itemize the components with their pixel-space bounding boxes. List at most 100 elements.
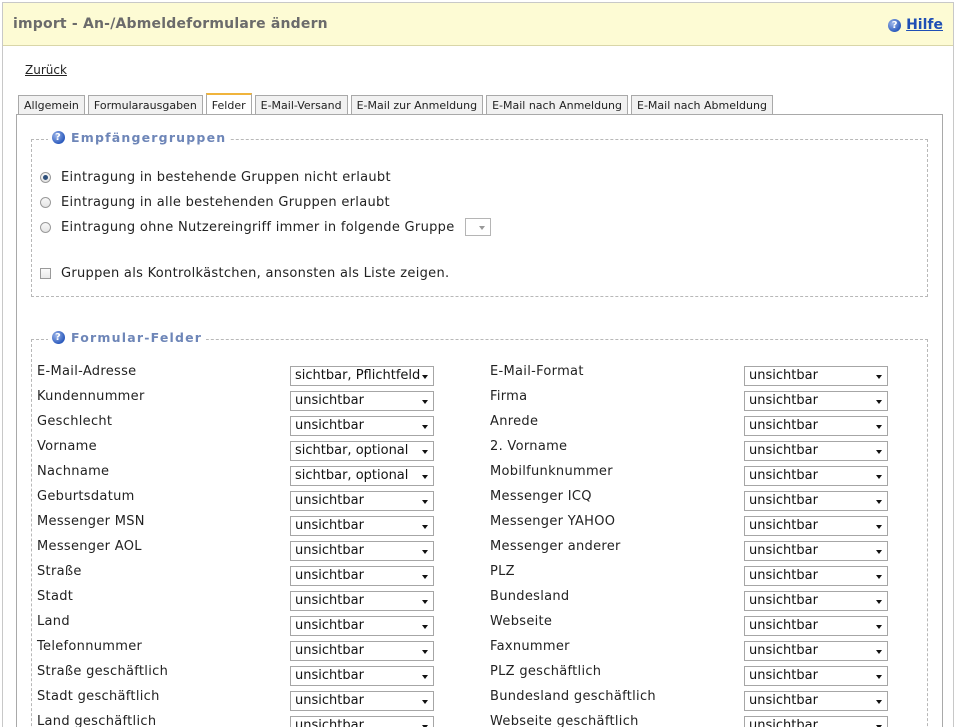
question-circle-icon[interactable]: ?: [888, 18, 902, 32]
field-label-left: Stadt: [37, 589, 74, 604]
field-label-right: Messenger ICQ: [490, 489, 592, 504]
question-circle-icon[interactable]: ?: [52, 131, 65, 144]
question-circle-icon[interactable]: ?: [52, 331, 65, 344]
chevron-down-icon[interactable]: [422, 400, 428, 404]
checkbox-label: Gruppen als Kontrolkästchen, ansonsten a…: [61, 266, 450, 281]
chevron-down-icon[interactable]: [876, 475, 882, 479]
tab-panel-fields: ? Empfängergruppen Eintragung in bestehe…: [16, 114, 943, 727]
visibility-select-left[interactable]: unsichtbar: [290, 491, 434, 511]
radio-button[interactable]: [40, 221, 51, 233]
radio-label: Eintragung ohne Nutzereingriff immer in …: [61, 219, 455, 235]
visibility-select-right[interactable]: unsichtbar: [744, 416, 888, 436]
checkbox[interactable]: [40, 268, 51, 279]
help-link-container[interactable]: ? Hilfe: [888, 17, 943, 33]
visibility-select-right[interactable]: unsichtbar: [744, 516, 888, 536]
radio-button[interactable]: [40, 172, 51, 183]
select-value: unsichtbar: [749, 493, 818, 508]
visibility-select-right[interactable]: unsichtbar: [744, 366, 888, 386]
field-label-left: Geburtsdatum: [37, 489, 135, 504]
chevron-down-icon[interactable]: [876, 425, 882, 429]
visibility-select-left[interactable]: sichtbar, optional: [290, 466, 434, 486]
field-label-right: E-Mail-Format: [490, 364, 584, 379]
chevron-down-icon[interactable]: [422, 550, 428, 554]
visibility-select-right[interactable]: unsichtbar: [744, 616, 888, 636]
tab-3[interactable]: E-Mail-Versand: [254, 95, 348, 115]
chevron-down-icon[interactable]: [876, 650, 882, 654]
field-label-left: Stadt geschäftlich: [37, 689, 160, 704]
select-value: unsichtbar: [295, 493, 364, 508]
chevron-down-icon[interactable]: [422, 525, 428, 529]
chevron-down-icon[interactable]: [422, 650, 428, 654]
visibility-select-left[interactable]: unsichtbar: [290, 541, 434, 561]
chevron-down-icon[interactable]: [876, 700, 882, 704]
visibility-select-left[interactable]: sichtbar, optional: [290, 441, 434, 461]
tab-1[interactable]: Formularausgaben: [87, 95, 203, 115]
visibility-select-right[interactable]: unsichtbar: [744, 641, 888, 661]
chevron-down-icon[interactable]: [422, 500, 428, 504]
chevron-down-icon[interactable]: [876, 450, 882, 454]
select-value: unsichtbar: [749, 443, 818, 458]
chevron-down-icon[interactable]: [876, 375, 882, 379]
visibility-select-right[interactable]: unsichtbar: [744, 666, 888, 686]
radio-option-fixed-group[interactable]: Eintragung ohne Nutzereingriff immer in …: [40, 218, 491, 236]
tab-6[interactable]: E-Mail nach Abmeldung: [631, 95, 773, 115]
visibility-select-right[interactable]: unsichtbar: [744, 691, 888, 711]
field-label-left: Land: [37, 614, 70, 629]
tab-0[interactable]: Allgemein: [18, 95, 85, 115]
chevron-down-icon[interactable]: [422, 475, 428, 479]
visibility-select-left[interactable]: sichtbar, Pflichtfeld: [290, 366, 434, 386]
radio-option-all-groups[interactable]: Eintragung in alle bestehenden Gruppen e…: [40, 195, 390, 210]
select-value: unsichtbar: [749, 468, 818, 483]
chevron-down-icon[interactable]: [422, 675, 428, 679]
chevron-down-icon[interactable]: [876, 575, 882, 579]
visibility-select-right[interactable]: unsichtbar: [744, 591, 888, 611]
chevron-down-icon[interactable]: [876, 675, 882, 679]
chevron-down-icon[interactable]: [422, 375, 428, 379]
chevron-down-icon[interactable]: [422, 450, 428, 454]
select-value: unsichtbar: [749, 593, 818, 608]
tab-4[interactable]: E-Mail zur Anmeldung: [350, 95, 484, 115]
visibility-select-right[interactable]: unsichtbar: [744, 716, 888, 727]
visibility-select-left[interactable]: unsichtbar: [290, 641, 434, 661]
visibility-select-right[interactable]: unsichtbar: [744, 391, 888, 411]
field-label-right: PLZ: [490, 564, 515, 579]
groups-as-checkboxes-option[interactable]: Gruppen als Kontrolkästchen, ansonsten a…: [40, 266, 449, 281]
radio-option-no-groups[interactable]: Eintragung in bestehende Gruppen nicht e…: [40, 170, 391, 185]
back-link[interactable]: Zurück: [25, 63, 67, 77]
visibility-select-right[interactable]: unsichtbar: [744, 441, 888, 461]
visibility-select-left[interactable]: unsichtbar: [290, 616, 434, 636]
visibility-select-left[interactable]: unsichtbar: [290, 691, 434, 711]
chevron-down-icon[interactable]: [876, 625, 882, 629]
help-link[interactable]: Hilfe: [906, 17, 943, 33]
visibility-select-left[interactable]: unsichtbar: [290, 391, 434, 411]
field-label-right: Faxnummer: [490, 639, 570, 654]
field-label-left: Geschlecht: [37, 414, 113, 429]
chevron-down-icon[interactable]: [422, 425, 428, 429]
chevron-down-icon[interactable]: [876, 400, 882, 404]
visibility-select-left[interactable]: unsichtbar: [290, 666, 434, 686]
form-fields-title: Formular-Felder: [71, 330, 203, 345]
visibility-select-left[interactable]: unsichtbar: [290, 416, 434, 436]
tab-5[interactable]: E-Mail nach Anmeldung: [486, 95, 629, 115]
chevron-down-icon[interactable]: [876, 525, 882, 529]
tab-2[interactable]: Felder: [205, 93, 252, 116]
chevron-down-icon[interactable]: [876, 600, 882, 604]
visibility-select-right[interactable]: unsichtbar: [744, 541, 888, 561]
visibility-select-right[interactable]: unsichtbar: [744, 566, 888, 586]
chevron-down-icon[interactable]: [422, 575, 428, 579]
chevron-down-icon[interactable]: [876, 550, 882, 554]
chevron-down-icon[interactable]: [422, 600, 428, 604]
visibility-select-left[interactable]: unsichtbar: [290, 566, 434, 586]
chevron-down-icon[interactable]: [422, 700, 428, 704]
recipient-groups-fieldset: ? Empfängergruppen Eintragung in bestehe…: [31, 130, 928, 297]
radio-button[interactable]: [40, 197, 51, 208]
visibility-select-right[interactable]: unsichtbar: [744, 491, 888, 511]
group-select[interactable]: [464, 218, 491, 236]
chevron-down-icon[interactable]: [876, 500, 882, 504]
visibility-select-left[interactable]: unsichtbar: [290, 716, 434, 727]
chevron-down-icon[interactable]: [422, 625, 428, 629]
visibility-select-right[interactable]: unsichtbar: [744, 466, 888, 486]
visibility-select-left[interactable]: unsichtbar: [290, 591, 434, 611]
select-value: unsichtbar: [295, 568, 364, 583]
visibility-select-left[interactable]: unsichtbar: [290, 516, 434, 536]
